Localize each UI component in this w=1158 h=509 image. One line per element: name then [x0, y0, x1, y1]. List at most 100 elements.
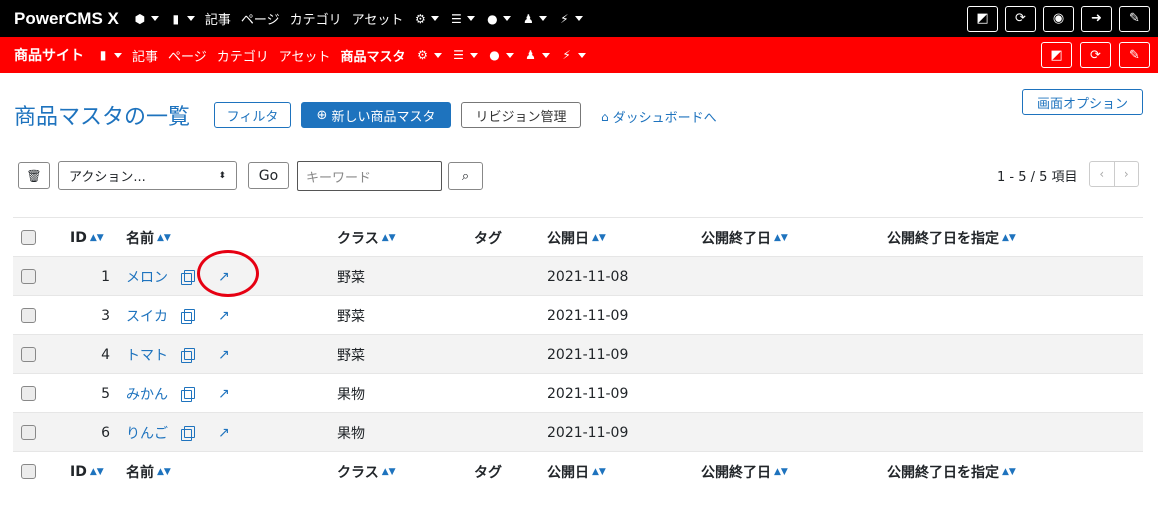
site-nav-assets[interactable]: アセット — [279, 46, 331, 65]
delete-button[interactable]: 🗑 — [18, 162, 50, 189]
class-column-header[interactable]: クラス ▲▼ — [337, 452, 396, 491]
brand-logo[interactable]: PowerCMS X — [0, 9, 119, 29]
trash-icon: 🗑 — [26, 168, 42, 183]
end-column-header[interactable]: 公開終了日 ▲▼ — [701, 218, 788, 257]
row-published: 2021-11-09 — [547, 346, 629, 363]
end-header-label: 公開終了日 — [701, 464, 771, 481]
comments-menu[interactable]: ● — [488, 48, 514, 62]
duplicate-button[interactable] — [181, 335, 195, 374]
logout-button[interactable]: ➜ — [1081, 5, 1112, 32]
external-link-button[interactable]: ↗ — [218, 374, 230, 413]
gear-menu[interactable]: ⚙ — [416, 48, 442, 62]
sort-icon: ▲▼ — [1002, 232, 1016, 243]
external-link-button[interactable]: ↗ — [218, 413, 230, 452]
class-column-header[interactable]: クラス ▲▼ — [337, 218, 396, 257]
nav-categories[interactable]: カテゴリ — [290, 9, 342, 28]
specify-end-column-header[interactable]: 公開終了日を指定 ▲▼ — [887, 452, 1016, 491]
next-page-button[interactable]: › — [1115, 162, 1139, 186]
bookmark-menu[interactable]: ▮ — [96, 48, 122, 62]
refresh-icon: ⟳ — [1015, 11, 1026, 26]
name-header-label: 名前 — [126, 464, 154, 481]
dashboard-link[interactable]: ⌂ ダッシュボードへ — [601, 107, 717, 127]
name-column-header[interactable]: 名前 ▲▼ — [126, 452, 171, 491]
view-site-button[interactable]: ◩ — [967, 5, 998, 32]
site-nav-pages[interactable]: ページ — [168, 46, 207, 65]
row-name-link[interactable]: みかん — [126, 374, 168, 413]
row-checkbox[interactable] — [21, 308, 36, 323]
external-link-icon: ↗ — [218, 346, 230, 363]
database-menu[interactable]: ☰ — [449, 12, 476, 26]
new-item-button[interactable]: ⊕ 新しい商品マスタ — [301, 102, 451, 128]
user-plus-menu[interactable]: ♟ — [524, 48, 550, 62]
new-item-label: 新しい商品マスタ — [331, 109, 436, 125]
site-nav-products[interactable]: 商品マスタ — [341, 46, 406, 65]
plug-menu[interactable]: ⚡ — [560, 48, 586, 62]
row-checkbox[interactable] — [21, 386, 36, 401]
id-column-header[interactable]: ID ▲▼ — [70, 218, 104, 257]
refresh-button[interactable]: ⟳ — [1080, 42, 1111, 68]
row-class: 野菜 — [337, 308, 365, 325]
duplicate-button[interactable] — [181, 296, 195, 335]
tag-column-header: タグ — [474, 230, 502, 247]
row-name-link[interactable]: トマト — [126, 335, 168, 374]
published-column-header[interactable]: 公開日 ▲▼ — [547, 218, 606, 257]
plug-menu[interactable]: ⚡ — [557, 12, 584, 26]
row-name-link[interactable]: メロン — [126, 257, 168, 296]
filter-button[interactable]: フィルタ — [214, 102, 291, 128]
cube-menu[interactable]: ⬢ — [133, 12, 159, 26]
external-link-button[interactable]: ↗ — [218, 296, 230, 335]
bookmark-icon: ▮ — [99, 48, 107, 62]
tools-button[interactable]: ✎ — [1119, 5, 1150, 32]
user-button[interactable]: ◉ — [1043, 5, 1074, 32]
external-link-button[interactable]: ↗ — [218, 335, 230, 374]
name-column-header[interactable]: 名前 ▲▼ — [126, 218, 171, 257]
tools-button[interactable]: ✎ — [1119, 42, 1150, 68]
end-column-header[interactable]: 公開終了日 ▲▼ — [701, 452, 788, 491]
user-plus-menu[interactable]: ♟ — [521, 12, 548, 26]
published-column-header[interactable]: 公開日 ▲▼ — [547, 452, 606, 491]
database-menu[interactable]: ☰ — [452, 48, 478, 62]
gear-icon: ⚙ — [417, 48, 428, 62]
site-nav-categories[interactable]: カテゴリ — [217, 46, 269, 65]
row-name-link[interactable]: スイカ — [126, 296, 168, 335]
comments-menu[interactable]: ● — [485, 12, 512, 26]
search-button[interactable]: ⌕ — [448, 162, 483, 190]
nav-assets[interactable]: アセット — [352, 9, 404, 28]
select-all-checkbox[interactable] — [21, 230, 36, 245]
duplicate-button[interactable] — [181, 374, 195, 413]
refresh-button[interactable]: ⟳ — [1005, 5, 1036, 32]
row-checkbox[interactable] — [21, 347, 36, 362]
view-site-button[interactable]: ◩ — [1041, 42, 1072, 68]
site-name[interactable]: 商品サイト — [0, 45, 84, 65]
row-checkbox[interactable] — [21, 425, 36, 440]
duplicate-button[interactable] — [181, 257, 195, 296]
row-id: 4 — [101, 346, 110, 363]
row-id: 6 — [101, 424, 110, 441]
select-all-checkbox[interactable] — [21, 464, 36, 479]
site-nav-entries[interactable]: 記事 — [132, 46, 158, 65]
bookmark-menu[interactable]: ▮ — [169, 12, 195, 26]
item-count: 1 - 5 / 5 項目 — [997, 170, 1078, 185]
row-published: 2021-11-09 — [547, 307, 629, 324]
gear-menu[interactable]: ⚙ — [413, 12, 440, 26]
row-checkbox[interactable] — [21, 269, 36, 284]
revision-button[interactable]: リビジョン管理 — [461, 102, 581, 128]
external-link-icon: ↗ — [218, 424, 230, 441]
screen-options-button[interactable]: 画面オプション — [1022, 89, 1143, 115]
id-column-header[interactable]: ID ▲▼ — [70, 452, 104, 491]
action-select[interactable]: アクション... ⬍ — [58, 161, 237, 190]
copy-icon — [181, 348, 195, 363]
nav-pages[interactable]: ページ — [241, 9, 280, 28]
nav-entries[interactable]: 記事 — [205, 9, 231, 28]
specify-end-header-label: 公開終了日を指定 — [887, 464, 999, 481]
prev-page-button[interactable]: ‹ — [1090, 162, 1115, 186]
keyword-input[interactable]: キーワード — [297, 161, 442, 191]
go-button[interactable]: Go — [248, 162, 289, 189]
sort-icon: ▲▼ — [381, 466, 396, 477]
wrench-icon: ✎ — [1129, 11, 1140, 26]
dashboard-link-label: ダッシュボードへ — [612, 111, 717, 126]
row-name-link[interactable]: りんご — [126, 413, 168, 452]
plus-circle-icon: ⊕ — [316, 107, 328, 123]
duplicate-button[interactable] — [181, 413, 195, 452]
specify-end-column-header[interactable]: 公開終了日を指定 ▲▼ — [887, 218, 1016, 257]
